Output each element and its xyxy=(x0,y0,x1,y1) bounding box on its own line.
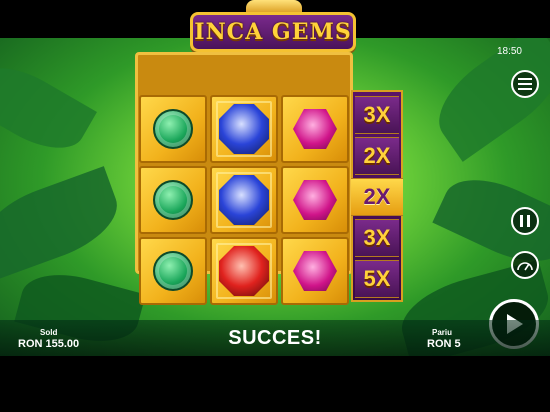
multiplier-5: 5X xyxy=(355,260,399,298)
leaf-decoration xyxy=(0,166,128,280)
leaf-decoration xyxy=(422,38,550,162)
emerald-gem xyxy=(153,109,193,149)
clock: 18:50 xyxy=(496,46,522,57)
bet-value: RON 5 xyxy=(427,338,461,350)
reel-cell xyxy=(281,237,349,305)
balance-value: RON 155.00 xyxy=(18,338,80,350)
multiplier-4: 3X xyxy=(355,219,399,257)
reel-cell xyxy=(210,166,278,234)
menu-icon xyxy=(518,78,532,90)
balance-label: Sold xyxy=(40,328,58,337)
emerald-gem xyxy=(153,180,193,220)
reel-cell xyxy=(210,95,278,163)
speedometer-icon xyxy=(517,262,533,271)
pause-icon xyxy=(520,215,530,227)
sapphire-gem xyxy=(219,104,269,154)
sapphire-gem xyxy=(219,175,269,225)
win-message: SUCCES! xyxy=(228,327,322,349)
menu-button[interactable] xyxy=(511,70,539,98)
multiplier-2: 2X xyxy=(355,137,399,175)
ruby-pink-gem xyxy=(293,251,337,291)
leaf-decoration xyxy=(0,52,97,164)
ruby-pink-gem xyxy=(293,109,337,149)
game-logo: INCA GEMS xyxy=(190,12,356,52)
multiplier-1: 3X xyxy=(355,96,399,134)
multiplier-column: 3X 2X 2X 3X 5X xyxy=(351,90,403,302)
ruby-pink-gem xyxy=(293,180,337,220)
speed-button[interactable] xyxy=(511,251,539,279)
reel-cell xyxy=(281,95,349,163)
reel-cell xyxy=(210,237,278,305)
game-screen: INCA GEMS 3X 2X 2X 3X 5X 18:50 Sold RON 155.… xyxy=(0,0,550,412)
reel-cell xyxy=(281,166,349,234)
reel-cell xyxy=(139,95,207,163)
game-title: INCA GEMS xyxy=(194,19,352,45)
bet-label: Pariu xyxy=(432,328,453,337)
reel-cell xyxy=(139,166,207,234)
multiplier-3: 2X xyxy=(351,178,403,216)
ruby-red-gem xyxy=(219,246,269,296)
reel-cell xyxy=(139,237,207,305)
emerald-gem xyxy=(153,251,193,291)
pause-button[interactable] xyxy=(511,207,539,235)
